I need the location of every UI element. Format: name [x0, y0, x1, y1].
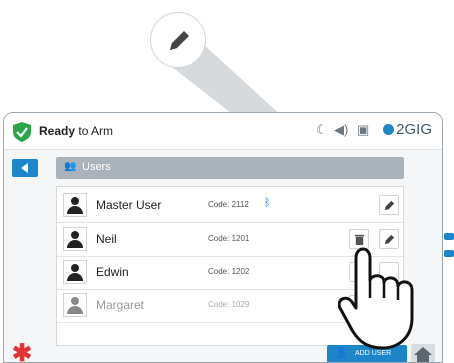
- hand-pointer-icon: [338, 247, 414, 350]
- pencil-icon: [170, 31, 189, 50]
- person-icon: [63, 293, 87, 317]
- user-code: Code: 1201: [208, 234, 250, 243]
- pencil-icon: [384, 200, 395, 211]
- back-button[interactable]: [12, 159, 38, 177]
- user-code: Code: 2112: [208, 200, 249, 209]
- edit-button[interactable]: [379, 195, 399, 215]
- accent-bar: [444, 250, 454, 257]
- person-icon: [63, 227, 87, 251]
- magnified-edit-icon: [150, 12, 206, 68]
- status-bar: Ready to Arm ☾ ◀) ▣ 2GIG: [4, 113, 442, 150]
- moon-icon[interactable]: ☾: [316, 122, 328, 138]
- user-code: Code: 1202: [208, 267, 250, 276]
- bluetooth-icon: ᛒ: [264, 197, 271, 209]
- page-header: 👥 Users: [56, 157, 404, 179]
- user-name: Edwin: [96, 265, 129, 279]
- user-name: Master User: [96, 198, 162, 212]
- arm-status: Ready to Arm: [39, 124, 114, 138]
- person-icon: [63, 193, 87, 217]
- user-code: Code: 1029: [208, 300, 250, 309]
- brand-logo: 2GIG: [383, 121, 432, 138]
- speaker-icon[interactable]: ◀): [334, 122, 348, 138]
- asterisk-icon[interactable]: ✱: [12, 339, 32, 362]
- page-title: Users: [82, 161, 111, 173]
- accent-bar: [444, 233, 454, 240]
- users-icon: 👥: [64, 161, 77, 172]
- camera-icon[interactable]: ▣: [357, 122, 369, 138]
- user-name: Neil: [96, 232, 117, 246]
- person-icon: [63, 260, 87, 284]
- user-name: Margaret: [96, 298, 145, 312]
- shield-check-icon: [13, 122, 31, 142]
